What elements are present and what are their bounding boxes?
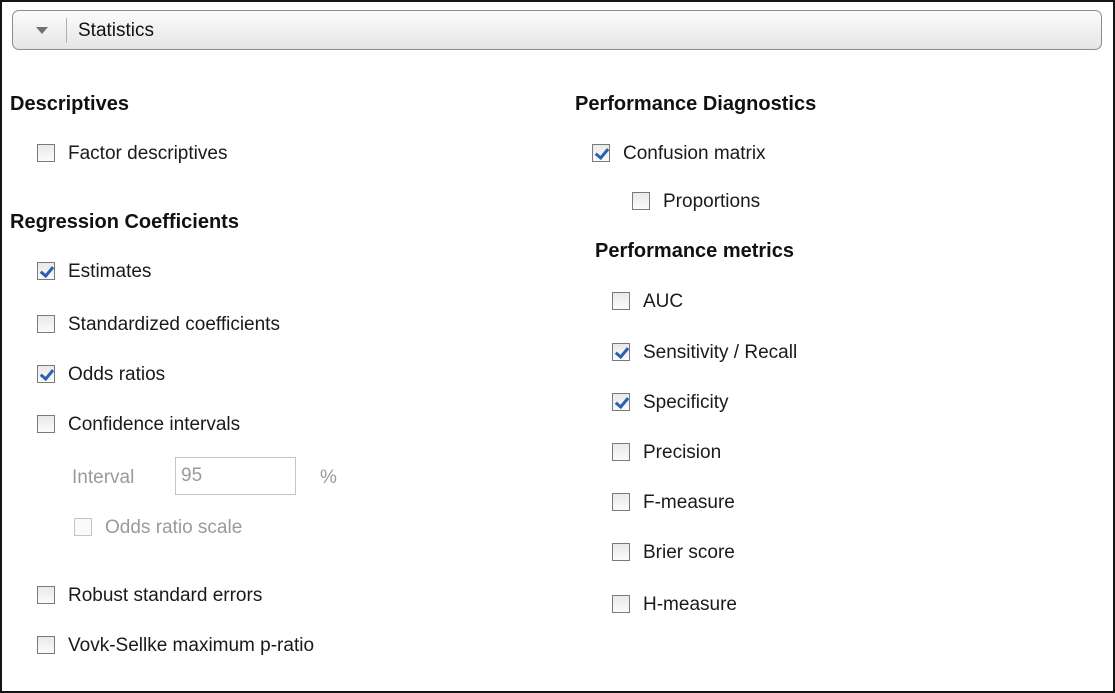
standardized-coefficients-label: Standardized coefficients (68, 314, 280, 335)
f-measure-label: F-measure (643, 492, 735, 513)
regression-coefficients-heading: Regression Coefficients (10, 211, 239, 233)
collapse-arrow-icon[interactable] (36, 27, 48, 34)
specificity-checkbox[interactable] (612, 393, 630, 411)
factor-descriptives-checkbox[interactable] (37, 144, 55, 162)
f-measure-checkbox[interactable] (612, 493, 630, 511)
section-title: Statistics (78, 20, 155, 41)
estimates-checkbox[interactable] (37, 262, 55, 280)
confusion-matrix-label: Confusion matrix (623, 143, 766, 164)
vovk-sellke-label: Vovk-Sellke maximum p-ratio (68, 635, 315, 656)
performance-diagnostics-heading: Performance Diagnostics (575, 93, 817, 115)
header-divider (66, 18, 67, 43)
odds-ratios-label: Odds ratios (68, 364, 166, 385)
odds-ratio-scale-label: Odds ratio scale (105, 517, 243, 538)
standardized-coefficients-checkbox[interactable] (37, 315, 55, 333)
proportions-label: Proportions (663, 191, 761, 212)
auc-checkbox[interactable] (612, 292, 630, 310)
statistics-section-header[interactable]: Statistics (12, 10, 1102, 50)
proportions-checkbox[interactable] (632, 192, 650, 210)
options-panel: Statistics Descriptives Factor descripti… (0, 0, 1115, 693)
confusion-matrix-checkbox[interactable] (592, 144, 610, 162)
sensitivity-recall-checkbox[interactable] (612, 343, 630, 361)
estimates-label: Estimates (68, 261, 152, 282)
robust-standard-errors-label: Robust standard errors (68, 585, 263, 606)
brier-score-label: Brier score (643, 542, 735, 563)
precision-label: Precision (643, 442, 722, 463)
interval-unit: % (320, 467, 337, 488)
factor-descriptives-label: Factor descriptives (68, 143, 228, 164)
h-measure-checkbox[interactable] (612, 595, 630, 613)
precision-checkbox[interactable] (612, 443, 630, 461)
interval-label: Interval (72, 467, 135, 488)
odds-ratio-scale-checkbox[interactable] (74, 518, 92, 536)
brier-score-checkbox[interactable] (612, 543, 630, 561)
sensitivity-recall-label: Sensitivity / Recall (643, 342, 798, 363)
h-measure-label: H-measure (643, 594, 737, 615)
interval-input[interactable]: 95 (175, 457, 296, 495)
odds-ratios-checkbox[interactable] (37, 365, 55, 383)
confidence-intervals-checkbox[interactable] (37, 415, 55, 433)
descriptives-heading: Descriptives (10, 93, 129, 115)
vovk-sellke-checkbox[interactable] (37, 636, 55, 654)
confidence-intervals-label: Confidence intervals (68, 414, 241, 435)
auc-label: AUC (643, 291, 684, 312)
performance-metrics-heading: Performance metrics (595, 240, 794, 262)
robust-standard-errors-checkbox[interactable] (37, 586, 55, 604)
specificity-label: Specificity (643, 392, 729, 413)
